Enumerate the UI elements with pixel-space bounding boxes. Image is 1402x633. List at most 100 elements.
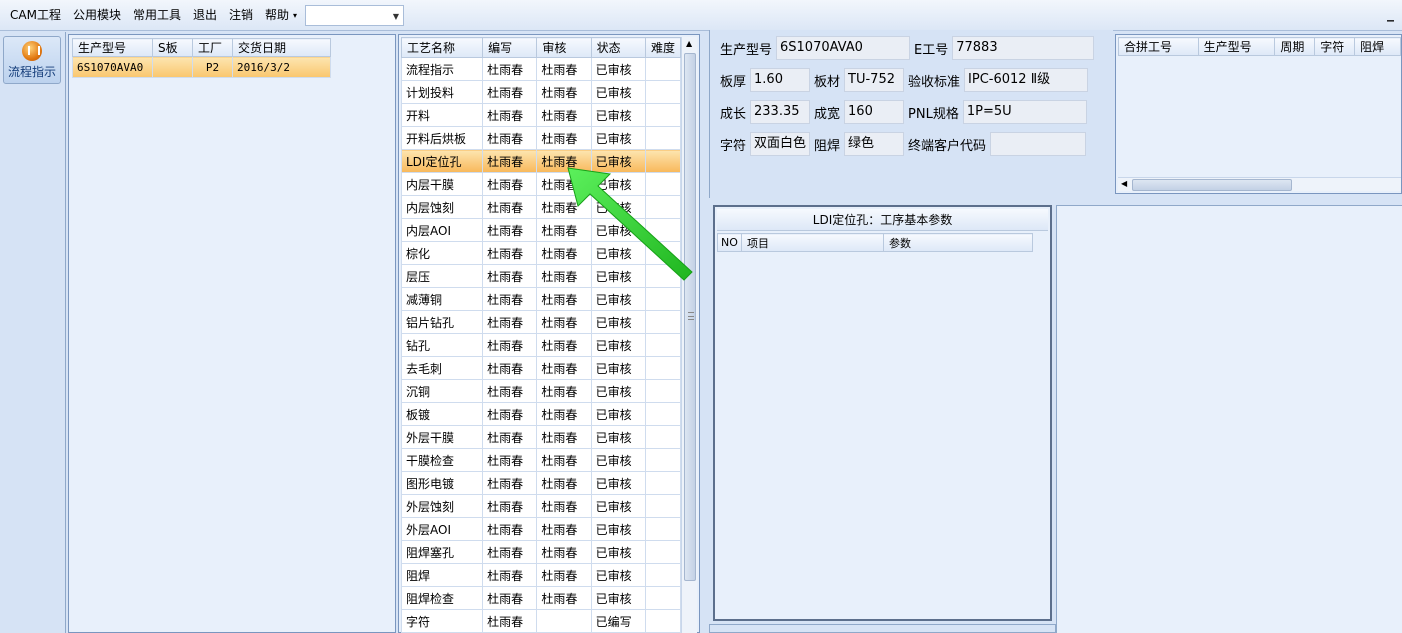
col-difficulty[interactable]: 难度 xyxy=(644,37,682,58)
chevron-down-icon[interactable]: ▾ xyxy=(293,11,297,20)
hscroll-thumb[interactable] xyxy=(1132,179,1292,191)
col-model[interactable]: 生产型号 xyxy=(72,38,153,57)
info-row-4: 字符 双面白色 阻焊 绿色 终端客户代码 xyxy=(720,131,1090,157)
menu-common-tools[interactable]: 常用工具 xyxy=(127,0,187,31)
scroll-left-icon[interactable]: ◀ xyxy=(1121,179,1127,188)
char-field[interactable]: 双面白色 xyxy=(750,132,811,156)
cell-process-name: 图形电镀 xyxy=(400,471,484,495)
table-row[interactable]: 干膜检查 杜雨春 杜雨春 已审核 xyxy=(400,448,682,472)
cell-reviewer: 杜雨春 xyxy=(536,195,592,219)
cell-reviewer: 杜雨春 xyxy=(536,172,592,196)
col-combined-job[interactable]: 合拼工号 xyxy=(1118,37,1199,56)
dropdown-arrow-icon[interactable]: ▼ xyxy=(393,12,399,21)
table-row[interactable]: 开料后烘板 杜雨春 杜雨春 已审核 xyxy=(400,126,682,150)
cell-status: 已审核 xyxy=(590,80,646,104)
table-row[interactable]: 流程指示 杜雨春 杜雨春 已审核 xyxy=(400,57,682,81)
col-no[interactable]: NO xyxy=(717,233,742,252)
table-row[interactable]: 外层AOI 杜雨春 杜雨春 已审核 xyxy=(400,517,682,541)
standard-field[interactable]: IPC-6012 Ⅱ级 xyxy=(964,68,1089,92)
col-delivery-date[interactable]: 交货日期 xyxy=(232,38,331,57)
cell-reviewer xyxy=(536,609,592,633)
table-row[interactable]: 阻焊 杜雨春 杜雨春 已审核 xyxy=(400,563,682,587)
cell-difficulty xyxy=(644,540,682,564)
table-row[interactable]: 铝片钻孔 杜雨春 杜雨春 已审核 xyxy=(400,310,682,334)
flow-instruction-label: 流程指示 xyxy=(7,65,56,79)
table-row[interactable]: 板镀 杜雨春 杜雨春 已审核 xyxy=(400,402,682,426)
right-empty-panel xyxy=(1056,205,1402,633)
table-row[interactable]: 阻焊塞孔 杜雨春 杜雨春 已审核 xyxy=(400,540,682,564)
cell-process-name: 流程指示 xyxy=(400,57,484,81)
table-row[interactable]: 棕化 杜雨春 杜雨春 已审核 xyxy=(400,241,682,265)
cell-process-name: 棕化 xyxy=(400,241,484,265)
col-mask[interactable]: 阻焊 xyxy=(1354,37,1401,56)
table-row[interactable]: 字符 杜雨春 已编写 xyxy=(400,609,682,633)
scroll-thumb[interactable] xyxy=(684,53,696,581)
cell-status: 已审核 xyxy=(590,356,646,380)
table-row[interactable]: 内层蚀刻 杜雨春 杜雨春 已审核 xyxy=(400,195,682,219)
params-table: NO 项目 参数 xyxy=(717,233,1033,252)
cell-process-name: 计划投料 xyxy=(400,80,484,104)
cell-reviewer: 杜雨春 xyxy=(536,425,592,449)
table-row[interactable]: 钻孔 杜雨春 杜雨春 已审核 xyxy=(400,333,682,357)
model-field[interactable]: 6S1070AVA0 xyxy=(776,36,911,60)
table-row[interactable]: 图形电镀 杜雨春 杜雨春 已审核 xyxy=(400,471,682,495)
flow-instruction-button[interactable]: 流程指示 xyxy=(3,36,61,84)
info-panel: 生产型号 6S1070AVA0 E工号 77883 板厚 1.60 板材 TU-… xyxy=(709,30,1113,198)
menu-common-module[interactable]: 公用模块 xyxy=(67,0,127,31)
col-item[interactable]: 项目 xyxy=(741,233,884,252)
mask-field[interactable]: 绿色 xyxy=(844,132,905,156)
col-cycle[interactable]: 周期 xyxy=(1274,37,1316,56)
table-row[interactable]: 内层AOI 杜雨春 杜雨春 已审核 xyxy=(400,218,682,242)
thickness-field[interactable]: 1.60 xyxy=(750,68,811,92)
col-process-name[interactable]: 工艺名称 xyxy=(400,37,484,58)
cell-author: 杜雨春 xyxy=(482,563,538,587)
length-field[interactable]: 233.35 xyxy=(750,100,811,124)
table-row[interactable]: 开料 杜雨春 杜雨春 已审核 xyxy=(400,103,682,127)
table-row[interactable]: 阻焊检查 杜雨春 杜雨春 已审核 xyxy=(400,586,682,610)
col-combined-model[interactable]: 生产型号 xyxy=(1197,37,1276,56)
process-table: 工艺名称 编写 审核 状态 难度 流程指示 杜雨春 杜雨春 已审核 计划投料 杜雨春 杜雨春… xyxy=(400,37,682,633)
combined-hscroll[interactable]: ◀ xyxy=(1118,177,1401,191)
col-param[interactable]: 参数 xyxy=(883,233,1033,252)
minimize-button[interactable]: _ xyxy=(1387,6,1394,22)
cell-process-name: 字符 xyxy=(400,609,484,633)
table-row[interactable]: 内层干膜 杜雨春 杜雨春 已审核 xyxy=(400,172,682,196)
menu-cam-project[interactable]: CAM工程 xyxy=(4,0,67,31)
col-status[interactable]: 状态 xyxy=(590,37,646,58)
table-row[interactable]: LDI定位孔 杜雨春 杜雨春 已审核 xyxy=(400,149,682,173)
table-row[interactable]: 计划投料 杜雨春 杜雨春 已审核 xyxy=(400,80,682,104)
table-row[interactable]: 外层干膜 杜雨春 杜雨春 已审核 xyxy=(400,425,682,449)
cell-difficulty xyxy=(644,563,682,587)
left-nav: 流程指示 xyxy=(0,32,66,633)
eno-field[interactable]: 77883 xyxy=(952,36,1095,60)
cell-status: 已审核 xyxy=(590,563,646,587)
table-row[interactable]: 外层蚀刻 杜雨春 杜雨春 已审核 xyxy=(400,494,682,518)
material-field[interactable]: TU-752 xyxy=(844,68,905,92)
menu-help[interactable]: 帮助 xyxy=(259,0,295,31)
table-row[interactable]: 减薄铜 杜雨春 杜雨春 已审核 xyxy=(400,287,682,311)
col-factory[interactable]: 工厂 xyxy=(192,38,233,57)
cell-reviewer: 杜雨春 xyxy=(536,287,592,311)
toolbar-combo[interactable]: ▼ xyxy=(305,4,405,26)
cell-process-name: 外层蚀刻 xyxy=(400,494,484,518)
cell-process-name: 内层AOI xyxy=(400,218,484,242)
scroll-up-icon[interactable]: ▲ xyxy=(686,39,692,48)
width-field[interactable]: 160 xyxy=(844,100,905,124)
menu-bar: CAM工程 公用模块 常用工具 退出 注销 帮助 ▾ ▼ _ xyxy=(0,0,1402,31)
customer-field[interactable] xyxy=(990,132,1087,156)
process-scrollbar[interactable]: ▲ xyxy=(681,37,697,633)
col-char[interactable]: 字符 xyxy=(1314,37,1356,56)
col-reviewer[interactable]: 审核 xyxy=(536,37,592,58)
table-row[interactable]: 去毛刺 杜雨春 杜雨春 已审核 xyxy=(400,356,682,380)
length-label: 成长 xyxy=(720,106,747,122)
table-row[interactable]: 层压 杜雨春 杜雨春 已审核 xyxy=(400,264,682,288)
col-s-board[interactable]: S板 xyxy=(152,38,193,57)
table-row[interactable]: 6S1070AVA0 P2 2016/3/2 xyxy=(72,56,331,78)
pnl-field[interactable]: 1P=5U xyxy=(962,100,1087,124)
cell-reviewer: 杜雨春 xyxy=(536,333,592,357)
table-row[interactable]: 沉铜 杜雨春 杜雨春 已审核 xyxy=(400,379,682,403)
menu-logout[interactable]: 注销 xyxy=(223,0,259,31)
cell-process-name: 内层蚀刻 xyxy=(400,195,484,219)
col-author[interactable]: 编写 xyxy=(482,37,538,58)
menu-exit[interactable]: 退出 xyxy=(187,0,223,31)
